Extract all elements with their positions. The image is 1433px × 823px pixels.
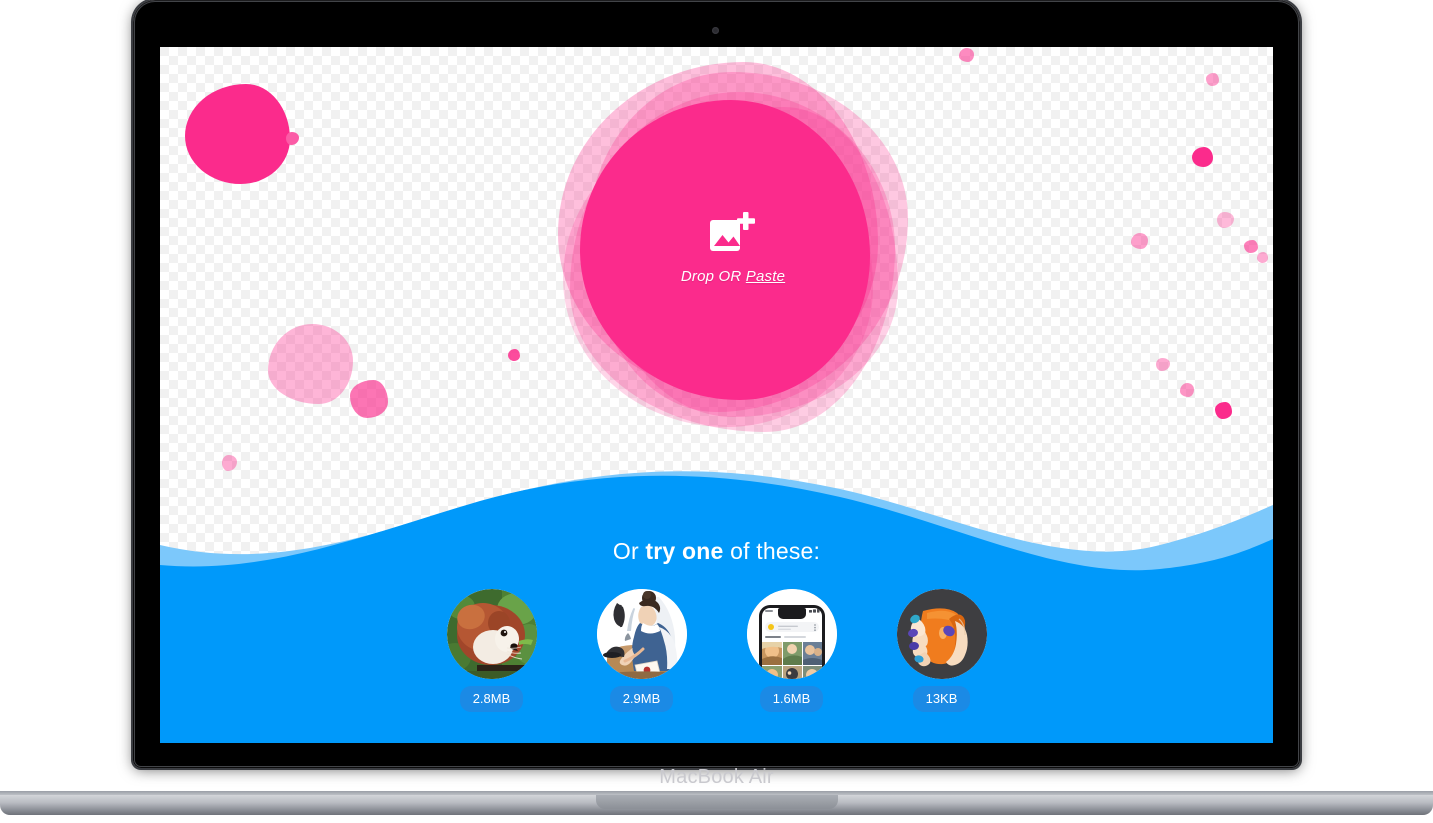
- sample-thumbnails-list: 2.8MB 2.9MB 1.6MB 13KB: [446, 589, 987, 712]
- blob-right-mid: [1131, 233, 1148, 249]
- sample-size-badge: 2.9MB: [609, 686, 674, 712]
- samples-title-bold: try one: [645, 538, 724, 564]
- sample-item-hand-snack[interactable]: 13KB: [896, 589, 987, 712]
- sample-item-phone-gallery[interactable]: 1.6MB: [746, 589, 837, 712]
- add-image-icon: [710, 210, 756, 254]
- blob-top-left-dot: [286, 132, 299, 145]
- blob-right-low-b: [1180, 383, 1194, 397]
- thumbnail-woman-writing[interactable]: [596, 589, 687, 679]
- blob-right-solid: [1192, 147, 1213, 167]
- samples-section: Or try one of these: 2.8MB 2.9MB 1.6MB 1…: [160, 523, 1273, 743]
- camera-dot-icon: [712, 27, 719, 34]
- laptop-base-notch: [596, 795, 838, 809]
- drop-zone-label: Drop OR Paste: [681, 268, 785, 285]
- blob-right-small-a: [1244, 240, 1258, 253]
- blob-top-left-large: [185, 84, 290, 184]
- blob-mid-left-med: [350, 380, 388, 418]
- drop-zone[interactable]: Drop OR Paste: [558, 62, 908, 432]
- sample-size-badge: 13KB: [912, 686, 971, 712]
- drop-zone-label-prefix: Drop OR: [680, 267, 746, 285]
- macbook-model-label: MacBook Air: [659, 766, 774, 788]
- screenshot-root: Drop OR Paste Or try one of these: 2.8MB…: [0, 0, 1433, 823]
- thumbnail-red-panda[interactable]: [446, 589, 537, 679]
- thumbnail-hand-snack[interactable]: [896, 589, 987, 679]
- blob-right-low-a: [1156, 358, 1170, 371]
- samples-title-suffix: of these:: [723, 538, 821, 564]
- drop-zone-content: Drop OR Paste: [558, 62, 908, 432]
- blob-right-small-b: [1257, 252, 1268, 263]
- sample-size-badge: 1.6MB: [759, 686, 824, 712]
- blob-right-low-c: [1215, 402, 1232, 419]
- app-screen: Drop OR Paste Or try one of these: 2.8MB…: [160, 47, 1273, 743]
- paste-link[interactable]: Paste: [746, 268, 785, 285]
- thumbnail-phone-gallery[interactable]: [746, 589, 837, 679]
- blob-mid-left-large: [268, 324, 353, 404]
- blob-top-right-b: [1206, 73, 1219, 86]
- blob-top-right-a: [959, 48, 974, 62]
- sample-item-red-panda[interactable]: 2.8MB: [446, 589, 537, 712]
- blob-right-pale: [1217, 212, 1234, 228]
- samples-title-prefix: Or: [612, 538, 646, 564]
- blob-mid-center-dot: [508, 349, 520, 361]
- samples-title: Or try one of these:: [613, 538, 820, 565]
- sample-size-badge: 2.8MB: [459, 686, 524, 712]
- sample-item-woman-writing[interactable]: 2.9MB: [596, 589, 687, 712]
